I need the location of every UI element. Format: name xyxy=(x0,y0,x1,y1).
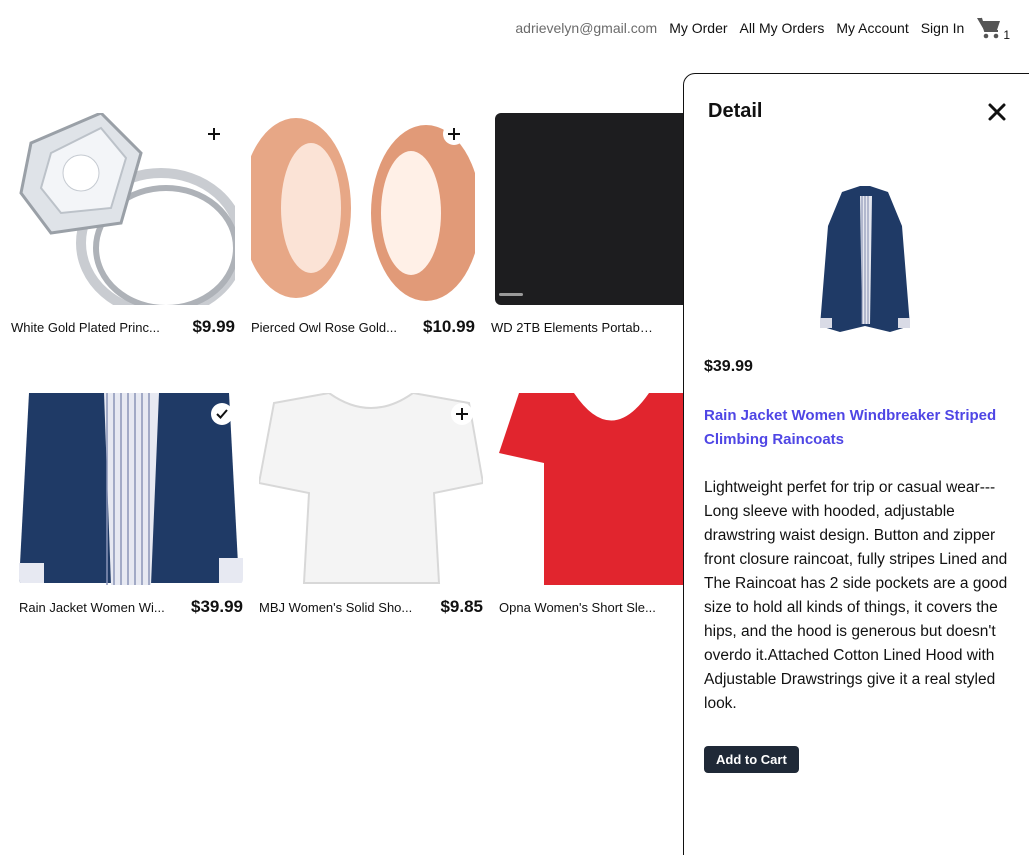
product-price: $10.99 xyxy=(423,317,475,336)
plus-icon xyxy=(448,128,460,140)
product-card[interactable]: Pierced Owl Rose Gold... $10.99 xyxy=(251,113,475,337)
product-meta: MBJ Women's Solid Sho... $9.85 xyxy=(259,597,483,617)
product-card[interactable]: MBJ Women's Solid Sho... $9.85 xyxy=(259,393,483,617)
product-image[interactable] xyxy=(11,113,235,305)
product-image[interactable] xyxy=(19,393,243,585)
add-to-cart-button[interactable]: Add to Cart xyxy=(704,746,799,773)
top-navbar: adrievelyn@gmail.com My Order All My Ord… xyxy=(515,14,1010,42)
user-email: adrievelyn@gmail.com xyxy=(515,20,658,36)
detail-description: Lightweight perfet for trip or casual we… xyxy=(704,479,1008,712)
add-to-cart-quick-button[interactable] xyxy=(203,123,225,145)
product-title[interactable]: MBJ Women's Solid Sho... xyxy=(259,600,412,615)
product-meta: Pierced Owl Rose Gold... $10.99 xyxy=(251,317,475,337)
sign-in-link[interactable]: Sign In xyxy=(921,20,965,36)
close-icon[interactable] xyxy=(987,102,1007,122)
product-price: $9.85 xyxy=(440,597,483,616)
add-to-cart-quick-button[interactable] xyxy=(451,403,473,425)
detail-heading: Detail xyxy=(708,100,763,122)
product-title[interactable]: WD 2TB Elements Portabl... xyxy=(491,320,653,335)
detail-price: $39.99 xyxy=(704,358,753,375)
product-meta: White Gold Plated Princ... $9.99 xyxy=(11,317,235,337)
add-to-cart-quick-button[interactable] xyxy=(443,123,465,145)
product-price: $39.99 xyxy=(191,597,243,616)
plugs-image xyxy=(251,113,475,305)
product-card[interactable]: White Gold Plated Princ... $9.99 xyxy=(11,113,235,337)
product-image[interactable] xyxy=(491,113,715,305)
my-account-link[interactable]: My Account xyxy=(836,20,908,36)
product-title[interactable]: Rain Jacket Women Wi... xyxy=(19,600,165,615)
check-icon xyxy=(216,409,228,419)
product-image[interactable] xyxy=(259,393,483,585)
cart-count: 1 xyxy=(1003,28,1010,42)
rain-jacket-image xyxy=(19,393,243,585)
white-tshirt-image xyxy=(259,393,483,585)
product-meta: WD 2TB Elements Portabl... $ xyxy=(491,317,715,337)
cart-button[interactable]: 1 xyxy=(976,16,1010,42)
product-title[interactable]: Opna Women's Short Sle... xyxy=(499,600,656,615)
product-price: $9.99 xyxy=(192,317,235,336)
plus-icon xyxy=(208,128,220,140)
product-card[interactable]: Rain Jacket Women Wi... $39.99 xyxy=(19,393,243,617)
hard-drive-image xyxy=(491,113,715,305)
product-title[interactable]: White Gold Plated Princ... xyxy=(11,320,160,335)
plus-icon xyxy=(456,408,468,420)
product-detail-panel: Detail $39.99 Rain Jacket Women Windbrea… xyxy=(683,73,1029,855)
ring-image xyxy=(11,113,235,305)
store-app: adrievelyn@gmail.com My Order All My Ord… xyxy=(0,0,1029,855)
detail-header: Detail xyxy=(708,100,1022,123)
product-card[interactable]: WD 2TB Elements Portabl... $ xyxy=(491,113,715,337)
product-title[interactable]: Pierced Owl Rose Gold... xyxy=(251,320,397,335)
my-order-link[interactable]: My Order xyxy=(669,20,727,36)
detail-title[interactable]: Rain Jacket Women Windbreaker Striped Cl… xyxy=(704,404,1024,452)
added-check-button[interactable] xyxy=(211,403,233,425)
all-my-orders-link[interactable]: All My Orders xyxy=(740,20,825,36)
detail-product-image xyxy=(820,186,910,332)
product-image[interactable] xyxy=(251,113,475,305)
product-meta: Rain Jacket Women Wi... $39.99 xyxy=(19,597,243,617)
shopping-cart-icon xyxy=(977,17,1001,39)
